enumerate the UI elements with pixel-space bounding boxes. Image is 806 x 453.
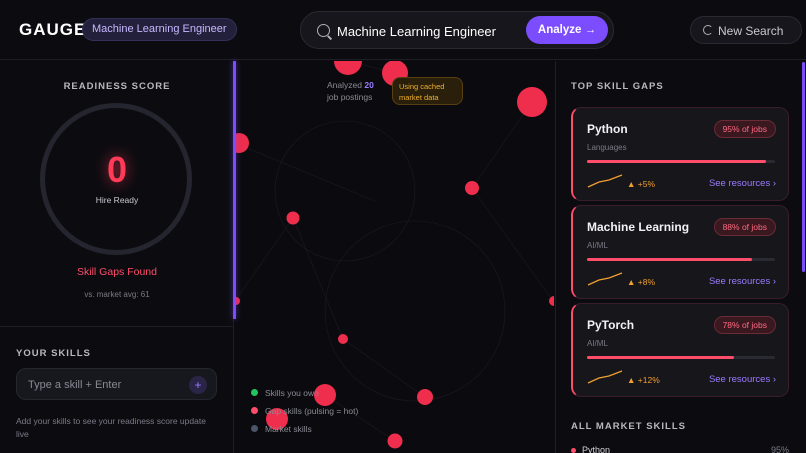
trend-value: ▲ +5% bbox=[627, 179, 656, 189]
demand-bar-fill bbox=[587, 160, 766, 163]
skill-gap-card[interactable]: PyTorch 78% of jobs AI/ML ▲ +12% See res… bbox=[571, 303, 789, 397]
network-link bbox=[235, 217, 294, 302]
skill-input[interactable] bbox=[28, 376, 178, 394]
gap-skill-node[interactable] bbox=[338, 334, 348, 344]
all-market-skills-title: ALL MARKET SKILLS bbox=[571, 421, 686, 432]
analyzed-suffix: job postings bbox=[327, 92, 373, 102]
see-resources-link[interactable]: See resources › bbox=[709, 178, 776, 189]
gap-skill-node[interactable] bbox=[517, 87, 547, 117]
network-link bbox=[292, 217, 344, 340]
market-skill-percent: 95% bbox=[770, 445, 789, 453]
gap-skill-node[interactable] bbox=[417, 389, 433, 405]
search-icon bbox=[317, 24, 330, 37]
readiness-title: READINESS SCORE bbox=[63, 81, 171, 92]
skill-input-container: + bbox=[16, 368, 217, 400]
network-orbit bbox=[324, 220, 506, 402]
analyzed-prefix: Analyzed bbox=[327, 80, 362, 90]
role-badge: Machine Learning Engineer bbox=[82, 18, 237, 41]
gap-skill-node[interactable] bbox=[286, 211, 300, 225]
graph-scrollbar[interactable] bbox=[233, 61, 236, 319]
top-bar: GAUGE Machine Learning Engineer Analyze … bbox=[0, 0, 806, 60]
legend-dot-gray bbox=[251, 425, 258, 432]
search-bar: Analyze → bbox=[300, 11, 614, 49]
gap-dot bbox=[571, 448, 576, 453]
legend-item-gap: Gap skills (pulsing = hot) bbox=[251, 405, 358, 423]
see-resources-link[interactable]: See resources › bbox=[709, 276, 776, 287]
market-average: vs. market avg: 61 bbox=[84, 290, 150, 299]
trend-line-icon bbox=[587, 174, 623, 188]
refresh-icon bbox=[703, 25, 713, 35]
app-root: GAUGE Machine Learning Engineer Analyze … bbox=[0, 0, 806, 453]
left-panel: READINESS SCORE 0 Hire Ready Skill Gaps … bbox=[0, 61, 234, 453]
skill-gap-card[interactable]: Python 95% of jobs Languages ▲ +5% See r… bbox=[571, 107, 789, 201]
gap-skill-node[interactable] bbox=[465, 181, 479, 195]
analyze-button[interactable]: Analyze → bbox=[526, 16, 608, 44]
skill-category: AI/ML bbox=[587, 241, 608, 250]
graph-legend: Skills you own Gap skills (pulsing = hot… bbox=[251, 387, 358, 441]
readiness-label: Hire Ready bbox=[95, 195, 139, 205]
gap-skill-node[interactable] bbox=[387, 433, 403, 449]
trend-value: ▲ +12% bbox=[627, 375, 660, 385]
gap-skill-node[interactable] bbox=[235, 133, 249, 153]
network-link bbox=[235, 142, 376, 202]
legend-dot-green bbox=[251, 389, 258, 396]
demand-bar bbox=[587, 258, 775, 261]
legend-label: Market skills bbox=[265, 424, 312, 434]
market-skill-name: Python bbox=[582, 445, 611, 453]
gap-skill-node[interactable] bbox=[549, 296, 554, 306]
skill-name: Python bbox=[587, 122, 628, 136]
your-skills-title: YOUR SKILLS bbox=[16, 348, 91, 359]
legend-dot-red bbox=[251, 407, 258, 414]
demand-bar-fill bbox=[587, 356, 734, 359]
divider bbox=[0, 326, 234, 327]
network-link bbox=[471, 187, 554, 302]
top-skill-gaps-title: TOP SKILL GAPS bbox=[571, 81, 664, 92]
skill-category: Languages bbox=[587, 143, 627, 152]
skill-gaps-found: Skill Gaps Found bbox=[77, 266, 157, 278]
job-percent-badge: 88% of jobs bbox=[713, 218, 776, 236]
skill-name: Machine Learning bbox=[587, 220, 690, 234]
add-skill-button[interactable]: + bbox=[189, 376, 207, 394]
see-resources-link[interactable]: See resources › bbox=[709, 374, 776, 385]
legend-label: Skills you own bbox=[265, 388, 319, 398]
legend-item-owned: Skills you own bbox=[251, 387, 358, 405]
right-panel-scrollbar[interactable] bbox=[802, 62, 805, 272]
trend-value: ▲ +8% bbox=[627, 277, 656, 287]
new-search-label: New Search bbox=[718, 24, 784, 38]
job-count: 20 bbox=[364, 80, 374, 90]
gap-skill-node[interactable] bbox=[334, 61, 362, 75]
demand-bar-fill bbox=[587, 258, 753, 261]
new-search-button[interactable]: New Search bbox=[690, 16, 802, 44]
cached-data-badge: Using cached market data bbox=[392, 77, 463, 105]
demand-bar bbox=[587, 160, 775, 163]
network-link bbox=[471, 101, 533, 189]
right-panel: TOP SKILL GAPS Python 95% of jobs Langua… bbox=[555, 61, 806, 453]
analyzed-summary: Analyzed 20 job postings bbox=[327, 79, 374, 103]
skills-hint: Add your skills to see your readiness sc… bbox=[16, 416, 206, 439]
trend-line-icon bbox=[587, 370, 623, 384]
job-percent-badge: 78% of jobs bbox=[713, 316, 776, 334]
app-logo[interactable]: GAUGE bbox=[19, 20, 86, 40]
skill-network-graph[interactable]: Analyzed 20 job postings Using cached ma… bbox=[235, 61, 554, 453]
skill-gap-card[interactable]: Machine Learning 88% of jobs AI/ML ▲ +8%… bbox=[571, 205, 789, 299]
search-input[interactable] bbox=[337, 20, 517, 42]
legend-label: Gap skills (pulsing = hot) bbox=[265, 406, 359, 416]
job-percent-badge: 95% of jobs bbox=[713, 120, 776, 138]
skill-name: PyTorch bbox=[587, 318, 635, 332]
network-links bbox=[235, 61, 554, 442]
network-orbit bbox=[274, 120, 416, 262]
legend-item-market: Market skills bbox=[251, 423, 358, 441]
demand-bar bbox=[587, 356, 775, 359]
trend-line-icon bbox=[587, 272, 623, 286]
readiness-score: 0 bbox=[106, 149, 128, 190]
skill-category: AI/ML bbox=[587, 339, 608, 348]
